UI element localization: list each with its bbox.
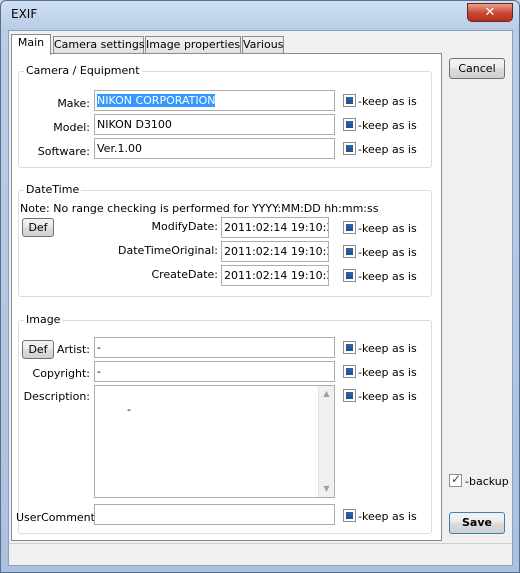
indeterminate-mark-icon [346, 392, 353, 399]
indeterminate-mark-icon [346, 224, 353, 231]
artist-keep-label: -keep as is [358, 342, 417, 355]
dialog-client: Main Camera settings Image properties Va… [8, 30, 513, 566]
description-value: - [126, 403, 131, 416]
copyright-label: Copyright: [32, 367, 90, 380]
save-button[interactable]: Save [449, 512, 505, 534]
indeterminate-mark-icon [346, 272, 353, 279]
datetime-original-keep-label: -keep as is [358, 246, 417, 259]
status-bar [9, 543, 512, 565]
modify-date-field[interactable]: 2011:02:14 19:10:32 [221, 217, 329, 238]
datetime-original-label: DateTimeOriginal: [118, 244, 218, 257]
software-keep-checkbox[interactable] [343, 142, 356, 155]
title-bar[interactable]: EXIF ✕ [1, 1, 519, 27]
scroll-up-icon[interactable]: ▲ [319, 386, 334, 402]
model-keep-label: -keep as is [358, 119, 417, 132]
tab-image-properties[interactable]: Image properties [145, 36, 241, 54]
model-field[interactable]: NIKON D3100 [94, 114, 335, 135]
tab-various-label: Various [243, 38, 284, 51]
make-value: NIKON CORPORATION [97, 94, 216, 107]
make-label: Make: [57, 97, 90, 110]
indeterminate-mark-icon [346, 368, 353, 375]
indeterminate-mark-icon [346, 145, 353, 152]
software-label: Software: [37, 145, 90, 158]
tab-various[interactable]: Various [242, 36, 284, 54]
image-def-button[interactable]: Def [22, 340, 54, 359]
camera-group-title: Camera / Equipment [24, 64, 142, 77]
tab-camera-settings[interactable]: Camera settings [53, 36, 145, 54]
backup-checkbox[interactable]: ✓ [449, 472, 462, 487]
modify-date-keep-checkbox[interactable] [343, 221, 356, 234]
datetime-original-keep-checkbox[interactable] [343, 245, 356, 258]
image-group-title: Image [24, 313, 63, 326]
user-comment-field[interactable] [94, 504, 335, 525]
cancel-button[interactable]: Cancel [449, 58, 505, 79]
indeterminate-mark-icon [346, 121, 353, 128]
copyright-field[interactable]: - [94, 361, 335, 382]
datetime-group-title: DateTime [24, 183, 82, 196]
software-keep-label: -keep as is [358, 143, 417, 156]
copyright-keep-label: -keep as is [358, 366, 417, 379]
indeterminate-mark-icon [346, 512, 353, 519]
modify-date-keep-label: -keep as is [358, 222, 417, 235]
description-label: Description: [23, 390, 90, 403]
copyright-keep-checkbox[interactable] [343, 365, 356, 378]
close-button[interactable]: ✕ [467, 3, 513, 22]
user-comment-keep-checkbox[interactable] [343, 509, 356, 522]
create-date-keep-checkbox[interactable] [343, 269, 356, 282]
indeterminate-mark-icon [346, 248, 353, 255]
tab-main-label: Main [17, 36, 45, 49]
software-field[interactable]: Ver.1.00 [94, 138, 335, 159]
user-comment-keep-label: -keep as is [358, 510, 417, 523]
create-date-label: CreateDate: [151, 268, 218, 281]
description-textarea[interactable]: - ▲ ▼ [94, 385, 335, 498]
indeterminate-mark-icon [346, 97, 353, 104]
artist-label: Artist: [56, 343, 90, 356]
checkmark-icon: ✓ [451, 472, 462, 486]
make-field[interactable]: NIKON CORPORATION [94, 90, 335, 111]
user-comment-label: UserComment: [16, 511, 99, 524]
scroll-down-icon[interactable]: ▼ [319, 481, 334, 497]
description-keep-label: -keep as is [358, 390, 417, 403]
close-icon: ✕ [484, 5, 496, 20]
tab-image-properties-label: Image properties [146, 38, 241, 51]
artist-keep-checkbox[interactable] [343, 341, 356, 354]
make-keep-checkbox[interactable] [343, 94, 356, 107]
modify-date-label: ModifyDate: [151, 220, 218, 233]
datetime-original-field[interactable]: 2011:02:14 19:10:32 [221, 241, 329, 262]
backup-label: -backup [465, 475, 509, 488]
model-keep-checkbox[interactable] [343, 118, 356, 131]
tab-camera-settings-label: Camera settings [54, 38, 145, 51]
create-date-keep-label: -keep as is [358, 270, 417, 283]
datetime-def-button[interactable]: Def [22, 218, 54, 237]
main-tab-page: Camera / Equipment Make: NIKON CORPORATI… [11, 53, 442, 541]
make-keep-label: -keep as is [358, 95, 417, 108]
window-title: EXIF [11, 7, 38, 21]
description-keep-checkbox[interactable] [343, 389, 356, 402]
artist-field[interactable]: - [94, 337, 335, 358]
datetime-note: Note: No range checking is performed for… [20, 202, 379, 215]
exif-window: EXIF ✕ Main Camera settings Image proper… [0, 0, 520, 573]
indeterminate-mark-icon [346, 344, 353, 351]
tab-main[interactable]: Main [11, 34, 51, 55]
description-scrollbar[interactable]: ▲ ▼ [318, 386, 334, 497]
model-label: Model: [53, 121, 90, 134]
create-date-field[interactable]: 2011:02:14 19:10:32 [221, 265, 329, 286]
